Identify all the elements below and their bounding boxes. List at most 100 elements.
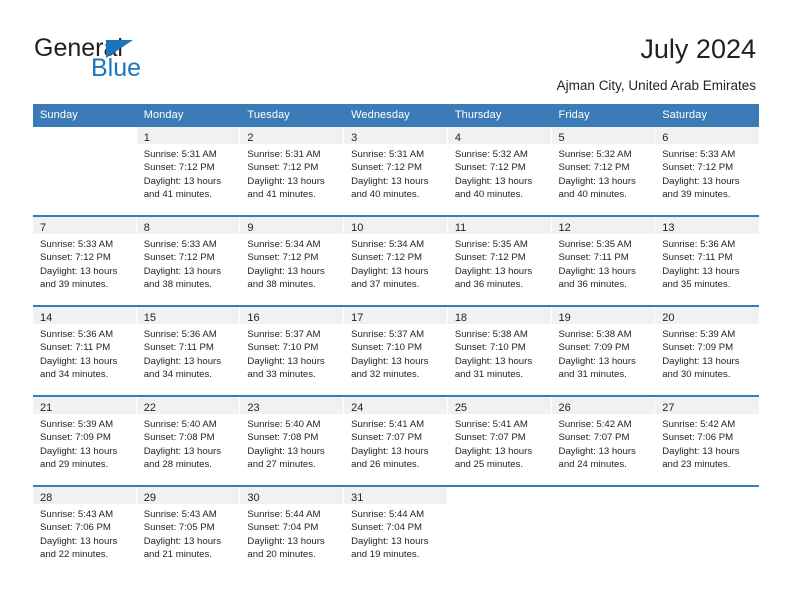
sunrise-text: Sunrise: 5:39 AM bbox=[40, 419, 114, 430]
day-details: Sunrise: 5:38 AM Sunset: 7:09 PM Daylight:… bbox=[552, 324, 655, 382]
day-cell[interactable]: 15 Sunrise: 5:36 AM Sunset: 7:11 PM Dayligh… bbox=[136, 307, 241, 395]
day-cell[interactable]: 1 Sunrise: 5:31 AM Sunset: 7:12 PM Daylight… bbox=[136, 127, 241, 215]
day-number: 28 bbox=[40, 492, 53, 504]
day-details: Sunrise: 5:43 AM Sunset: 7:06 PM Daylight:… bbox=[33, 504, 136, 562]
day-details: Sunrise: 5:34 AM Sunset: 7:12 PM Daylight:… bbox=[240, 234, 343, 292]
day-cell[interactable]: 28 Sunrise: 5:43 AM Sunset: 7:06 PM Dayligh… bbox=[33, 487, 137, 575]
calendar-week-row: 1 Sunrise: 5:31 AM Sunset: 7:12 PM Daylight… bbox=[33, 127, 759, 215]
day-cell[interactable]: 22 Sunrise: 5:40 AM Sunset: 7:08 PM Dayligh… bbox=[136, 397, 241, 485]
daylight-text-line1: Daylight: 13 hours bbox=[662, 265, 740, 277]
day-number: 3 bbox=[351, 132, 358, 144]
day-details: Sunrise: 5:40 AM Sunset: 7:08 PM Daylight:… bbox=[137, 414, 240, 472]
daylight-text-line2: and 37 minutes. bbox=[351, 279, 420, 291]
day-cell[interactable]: 24 Sunrise: 5:41 AM Sunset: 7:07 PM Dayligh… bbox=[344, 397, 448, 485]
day-number: 29 bbox=[143, 492, 156, 504]
day-details: Sunrise: 5:32 AM Sunset: 7:12 PM Daylight:… bbox=[552, 144, 655, 202]
sunset-text: Sunset: 7:12 PM bbox=[143, 162, 215, 174]
sunset-text: Sunset: 7:04 PM bbox=[247, 522, 319, 534]
weekday-header-saturday: Saturday bbox=[662, 109, 708, 121]
day-cell[interactable]: 20 Sunrise: 5:39 AM Sunset: 7:09 PM Dayligh… bbox=[655, 307, 759, 395]
sunset-text: Sunset: 7:07 PM bbox=[351, 432, 423, 444]
day-cell[interactable]: 7 Sunrise: 5:33 AM Sunset: 7:12 PM Daylight… bbox=[33, 217, 137, 305]
day-cell[interactable]: 6 Sunrise: 5:33 AM Sunset: 7:12 PM Daylight… bbox=[655, 127, 759, 215]
day-number: 18 bbox=[454, 312, 468, 324]
day-number-band: 3 bbox=[344, 127, 447, 144]
day-cell[interactable]: 10 Sunrise: 5:34 AM Sunset: 7:12 PM Dayligh… bbox=[344, 217, 448, 305]
day-number: 8 bbox=[143, 222, 150, 234]
daylight-text-line1: Daylight: 13 hours bbox=[558, 445, 636, 457]
day-number-band bbox=[655, 487, 759, 504]
day-number-band: 13 bbox=[655, 217, 759, 234]
day-cell[interactable]: 30 Sunrise: 5:44 AM Sunset: 7:04 PM Dayligh… bbox=[240, 487, 345, 575]
daylight-text-line1: Daylight: 13 hours bbox=[454, 355, 533, 367]
calendar-grid: Sunday Monday Tuesday Wednesday Thursday Frid… bbox=[33, 104, 759, 575]
day-number-band: 15 bbox=[136, 307, 240, 324]
sunrise-text: Sunrise: 5:43 AM bbox=[40, 509, 114, 520]
day-cell[interactable]: 26 Sunrise: 5:42 AM Sunset: 7:07 PM Dayligh… bbox=[551, 397, 656, 485]
day-details: Sunrise: 5:38 AM Sunset: 7:10 PM Daylight:… bbox=[448, 324, 551, 382]
day-number-band: 29 bbox=[136, 487, 240, 504]
daylight-text-line1: Daylight: 13 hours bbox=[247, 355, 325, 367]
sunrise-text: Sunrise: 5:36 AM bbox=[40, 329, 114, 340]
day-cell[interactable]: 12 Sunrise: 5:35 AM Sunset: 7:11 PM Dayligh… bbox=[551, 217, 656, 305]
day-number-band: 5 bbox=[551, 127, 655, 144]
day-cell[interactable]: 19 Sunrise: 5:38 AM Sunset: 7:09 PM Dayligh… bbox=[551, 307, 656, 395]
sunset-text: Sunset: 7:12 PM bbox=[351, 252, 423, 264]
day-cell[interactable]: 29 Sunrise: 5:43 AM Sunset: 7:05 PM Dayligh… bbox=[136, 487, 241, 575]
day-cell[interactable]: 3 Sunrise: 5:31 AM Sunset: 7:12 PM Daylight… bbox=[344, 127, 448, 215]
day-number-band: 9 bbox=[240, 217, 344, 234]
daylight-text-line2: and 39 minutes. bbox=[40, 279, 109, 291]
daylight-text-line2: and 32 minutes. bbox=[351, 369, 420, 381]
day-cell[interactable]: 23 Sunrise: 5:40 AM Sunset: 7:08 PM Dayligh… bbox=[240, 397, 345, 485]
calendar-week-row: 21 Sunrise: 5:39 AM Sunset: 7:09 PM Dayligh… bbox=[33, 395, 759, 485]
day-details: Sunrise: 5:36 AM Sunset: 7:11 PM Daylight:… bbox=[33, 324, 136, 382]
day-number-band: 4 bbox=[447, 127, 551, 144]
day-cell[interactable]: 4 Sunrise: 5:32 AM Sunset: 7:12 PM Daylight… bbox=[447, 127, 552, 215]
sunrise-text: Sunrise: 5:41 AM bbox=[351, 419, 425, 430]
day-number-band: 12 bbox=[551, 217, 655, 234]
sunset-text: Sunset: 7:12 PM bbox=[143, 252, 215, 264]
day-cell[interactable]: 9 Sunrise: 5:34 AM Sunset: 7:12 PM Daylight… bbox=[240, 217, 345, 305]
day-cell[interactable]: 18 Sunrise: 5:38 AM Sunset: 7:10 PM Dayligh… bbox=[447, 307, 552, 395]
daylight-text-line1: Daylight: 13 hours bbox=[351, 445, 429, 457]
sunset-text: Sunset: 7:09 PM bbox=[40, 432, 111, 444]
day-cell[interactable]: 27 Sunrise: 5:42 AM Sunset: 7:06 PM Dayligh… bbox=[655, 397, 759, 485]
day-number-band: 19 bbox=[551, 307, 655, 324]
day-cell[interactable]: 14 Sunrise: 5:36 AM Sunset: 7:11 PM Dayligh… bbox=[33, 307, 137, 395]
daylight-text-line1: Daylight: 13 hours bbox=[247, 535, 325, 547]
day-cell[interactable]: 5 Sunrise: 5:32 AM Sunset: 7:12 PM Daylight… bbox=[551, 127, 656, 215]
day-cell[interactable]: 17 Sunrise: 5:37 AM Sunset: 7:10 PM Dayligh… bbox=[344, 307, 448, 395]
daylight-text-line1: Daylight: 13 hours bbox=[40, 445, 118, 457]
day-cell[interactable]: 25 Sunrise: 5:41 AM Sunset: 7:07 PM Dayligh… bbox=[447, 397, 552, 485]
day-cell[interactable]: 2 Sunrise: 5:31 AM Sunset: 7:12 PM Daylight… bbox=[240, 127, 345, 215]
day-cell[interactable]: 31 Sunrise: 5:44 AM Sunset: 7:04 PM Dayligh… bbox=[344, 487, 448, 575]
calendar-weeks: 1 Sunrise: 5:31 AM Sunset: 7:12 PM Daylight… bbox=[33, 127, 759, 575]
daylight-text-line1: Daylight: 13 hours bbox=[558, 355, 636, 367]
day-cell[interactable]: 16 Sunrise: 5:37 AM Sunset: 7:10 PM Dayligh… bbox=[240, 307, 345, 395]
sunrise-text: Sunrise: 5:40 AM bbox=[143, 419, 217, 430]
day-details: Sunrise: 5:31 AM Sunset: 7:12 PM Daylight:… bbox=[344, 144, 447, 202]
day-number-band bbox=[448, 487, 551, 504]
calendar-week-row: 7 Sunrise: 5:33 AM Sunset: 7:12 PM Daylight… bbox=[33, 215, 759, 305]
daylight-text-line1: Daylight: 13 hours bbox=[662, 175, 740, 187]
day-number-band: 26 bbox=[551, 397, 655, 414]
sunrise-text: Sunrise: 5:43 AM bbox=[143, 509, 217, 520]
daylight-text-line2: and 19 minutes. bbox=[351, 549, 420, 561]
sunrise-text: Sunrise: 5:32 AM bbox=[454, 149, 528, 160]
day-cell-empty bbox=[655, 487, 759, 575]
daylight-text-line1: Daylight: 13 hours bbox=[247, 265, 325, 277]
general-blue-logo[interactable]: General Blue bbox=[34, 36, 224, 88]
day-details: Sunrise: 5:41 AM Sunset: 7:07 PM Daylight:… bbox=[344, 414, 447, 472]
daylight-text-line1: Daylight: 13 hours bbox=[454, 175, 533, 187]
day-cell[interactable]: 21 Sunrise: 5:39 AM Sunset: 7:09 PM Dayligh… bbox=[33, 397, 137, 485]
day-cell[interactable]: 8 Sunrise: 5:33 AM Sunset: 7:12 PM Daylight… bbox=[136, 217, 241, 305]
day-details: Sunrise: 5:35 AM Sunset: 7:12 PM Daylight:… bbox=[448, 234, 551, 292]
sunset-text: Sunset: 7:12 PM bbox=[351, 162, 423, 174]
daylight-text-line2: and 39 minutes. bbox=[662, 189, 731, 201]
day-cell[interactable]: 11 Sunrise: 5:35 AM Sunset: 7:12 PM Dayligh… bbox=[447, 217, 552, 305]
daylight-text-line2: and 38 minutes. bbox=[143, 279, 212, 291]
sunset-text: Sunset: 7:11 PM bbox=[40, 342, 111, 354]
day-number-band: 7 bbox=[33, 217, 136, 234]
day-number-band: 20 bbox=[655, 307, 759, 324]
day-cell[interactable]: 13 Sunrise: 5:36 AM Sunset: 7:11 PM Dayligh… bbox=[655, 217, 759, 305]
